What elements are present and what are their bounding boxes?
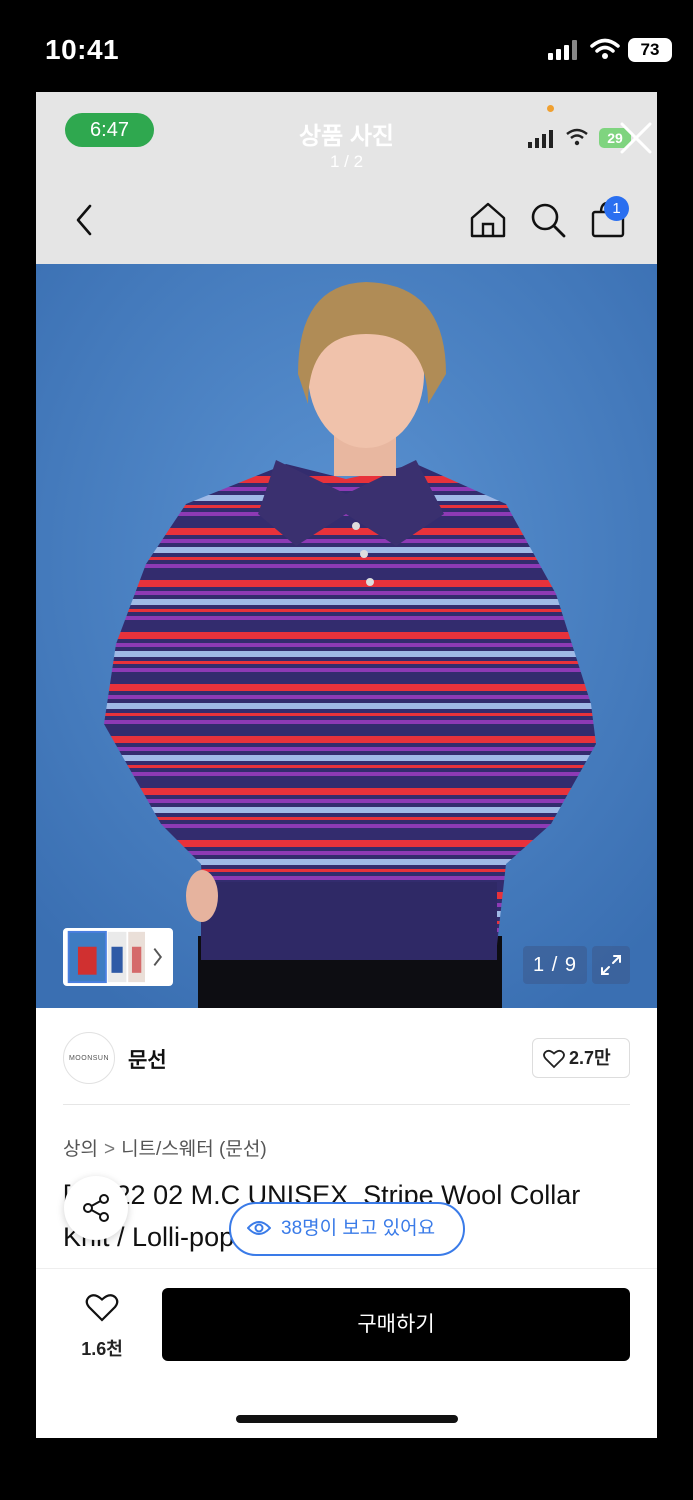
image-counter: 1 / 9 [523, 946, 587, 984]
eye-icon [247, 1221, 271, 1235]
expand-icon[interactable] [592, 946, 630, 984]
divider [63, 1104, 630, 1105]
wishlist-button[interactable]: 1.6천 [76, 1289, 128, 1359]
buy-button[interactable]: 구매하기 [162, 1288, 630, 1361]
wishlist-count: 1.6천 [81, 1339, 123, 1359]
heart-icon [85, 1294, 119, 1322]
breadcrumb-category[interactable]: 상의 [63, 1139, 98, 1160]
live-viewers-text: 38명이 보고 있어요 [281, 1218, 436, 1239]
thumbnail-strip[interactable] [63, 928, 173, 986]
inner-wifi-icon [566, 128, 588, 146]
app-nav-bar [36, 172, 657, 264]
home-icon[interactable] [466, 198, 510, 242]
brand-row: MOONSUN 문선 2.7만 [36, 1008, 657, 1106]
live-viewers-pill: 38명이 보고 있어요 [229, 1202, 465, 1256]
embedded-screenshot: 6:47 상품 사진 1 / 2 29 1 1 / 9 MOONSUN 문선 2… [36, 92, 657, 1438]
viewer-counter: 1 / 2 [329, 152, 364, 171]
brand-name[interactable]: 문선 [128, 1044, 167, 1074]
outer-status-bar: 10:41 73 [0, 0, 693, 92]
cart-count-badge: 1 [604, 196, 629, 221]
inner-cellular-signal-icon [528, 130, 553, 148]
home-indicator[interactable] [236, 1415, 458, 1423]
brand-like-button[interactable]: 2.7만 [532, 1038, 630, 1078]
viewer-header: 6:47 상품 사진 1 / 2 29 [36, 92, 657, 172]
brand-logo[interactable]: MOONSUN [63, 1032, 115, 1084]
search-icon[interactable] [526, 198, 570, 242]
battery-indicator: 73 [628, 38, 672, 62]
breadcrumb: 상의 > 니트/스웨터 (문선) [63, 1134, 267, 1161]
close-icon[interactable] [618, 120, 654, 156]
product-photo[interactable] [36, 264, 657, 1008]
breadcrumb-subcategory[interactable]: 니트/스웨터 (문선) [121, 1139, 267, 1160]
breadcrumb-separator: > [103, 1139, 116, 1160]
viewer-title: 상품 사진 [299, 123, 394, 150]
wifi-icon [590, 38, 620, 59]
share-icon [83, 1194, 109, 1222]
brand-like-count: 2.7만 [569, 1048, 611, 1068]
privacy-indicator-dot [547, 105, 554, 112]
cellular-signal-icon [548, 40, 577, 60]
heart-icon [543, 1049, 565, 1069]
purchase-bar: 1.6천 구매하기 [36, 1268, 657, 1438]
share-button[interactable] [64, 1176, 128, 1240]
outer-clock: 10:41 [45, 34, 120, 65]
back-icon[interactable] [64, 198, 108, 242]
